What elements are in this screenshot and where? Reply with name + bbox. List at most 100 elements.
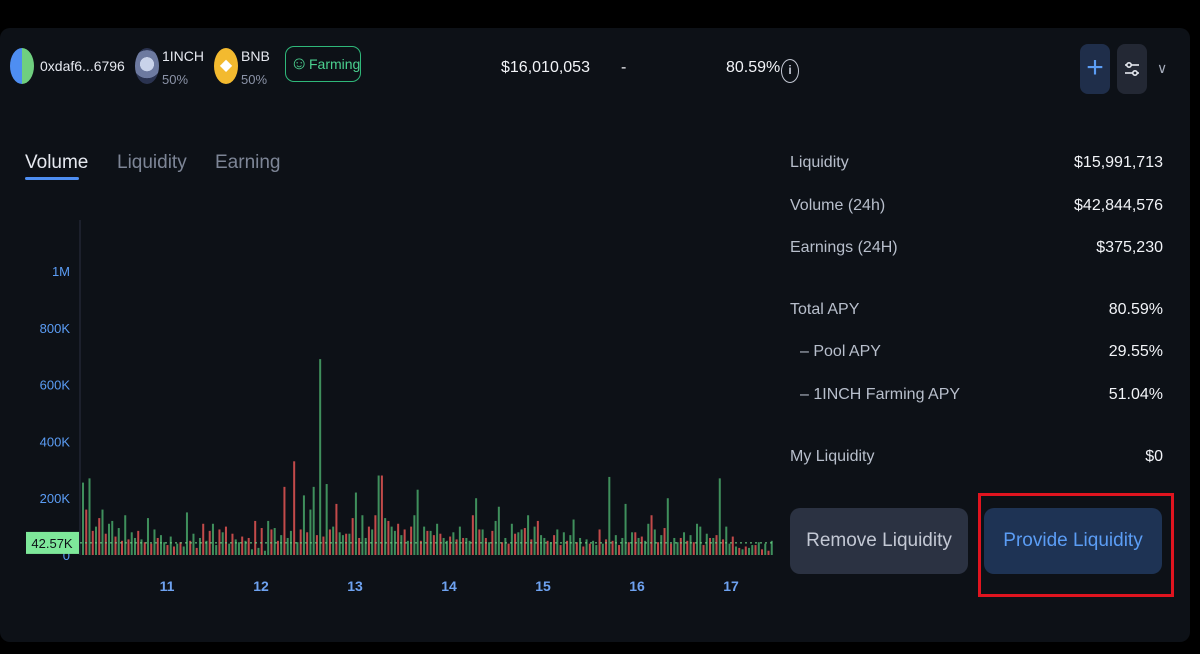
volume-bar-down[interactable]	[618, 545, 621, 555]
volume-bar-up[interactable]	[312, 486, 315, 555]
volume-bar-down[interactable]	[702, 545, 705, 555]
volume-bar-up[interactable]	[371, 529, 374, 555]
volume-bar-down[interactable]	[276, 540, 279, 555]
volume-bar-down[interactable]	[299, 529, 302, 555]
volume-bar-down[interactable]	[104, 533, 107, 555]
pool-address[interactable]: 0xdaf6...6796	[40, 58, 125, 74]
volume-bar-up[interactable]	[436, 523, 439, 555]
volume-bar-up[interactable]	[309, 509, 312, 555]
volume-bar-down[interactable]	[634, 532, 637, 555]
volume-bar-up[interactable]	[705, 533, 708, 555]
volume-bar-down[interactable]	[478, 529, 481, 555]
volume-bar-up[interactable]	[614, 535, 617, 555]
volume-bar-up[interactable]	[527, 515, 530, 555]
pool-header-row[interactable]: 0xdaf6...6796 1INCH 50% ◆ BNB 50% ☺ Farm…	[0, 28, 1190, 108]
volume-bar-down[interactable]	[322, 536, 325, 555]
volume-bar-down[interactable]	[218, 529, 221, 555]
volume-bar-up[interactable]	[296, 542, 299, 555]
volume-bar-up[interactable]	[82, 482, 85, 555]
volume-bar-down[interactable]	[293, 461, 296, 555]
volume-bar-down[interactable]	[738, 547, 741, 555]
volume-bar-down[interactable]	[224, 526, 227, 555]
volume-bar-down[interactable]	[507, 543, 510, 555]
volume-bar-up[interactable]	[572, 519, 575, 555]
volume-bar-up[interactable]	[130, 532, 133, 555]
volume-bar-up[interactable]	[390, 526, 393, 555]
volume-bar-down[interactable]	[471, 515, 474, 555]
volume-bar-down[interactable]	[640, 536, 643, 555]
volume-bar-up[interactable]	[725, 526, 728, 555]
volume-bar-up[interactable]	[257, 547, 260, 555]
volume-chart[interactable]: 0200K400K600K800K1M 11 12 13 14 15 16 17 42.57…	[0, 190, 780, 610]
volume-bar-up[interactable]	[140, 539, 143, 555]
volume-bar-down[interactable]	[345, 533, 348, 555]
volume-bar-down[interactable]	[397, 523, 400, 555]
volume-bar-up[interactable]	[494, 520, 497, 555]
volume-bar-down[interactable]	[358, 537, 361, 555]
volume-bar-up[interactable]	[211, 523, 214, 555]
volume-bar-down[interactable]	[247, 537, 250, 555]
volume-bar-up[interactable]	[533, 526, 536, 555]
volume-bar-up[interactable]	[354, 492, 357, 555]
volume-bar-up[interactable]	[348, 533, 351, 555]
volume-bar-up[interactable]	[250, 549, 253, 555]
volume-bar-up[interactable]	[124, 515, 127, 555]
volume-bar-up[interactable]	[488, 542, 491, 555]
volume-bar-up[interactable]	[341, 535, 344, 555]
volume-bar-up[interactable]	[481, 529, 484, 555]
volume-bar-up[interactable]	[400, 535, 403, 555]
volume-bar-up[interactable]	[631, 532, 634, 555]
volume-bar-down[interactable]	[260, 528, 263, 555]
volume-bar-up[interactable]	[676, 542, 679, 555]
volume-bar-up[interactable]	[689, 535, 692, 555]
volume-bar-up[interactable]	[228, 543, 231, 555]
volume-bar-up[interactable]	[666, 498, 669, 555]
volume-bar-up[interactable]	[653, 529, 656, 555]
volume-bar-up[interactable]	[452, 532, 455, 555]
volume-bar-down[interactable]	[202, 523, 205, 555]
volume-bar-down[interactable]	[172, 546, 175, 555]
volume-bar-up[interactable]	[325, 484, 328, 555]
volume-bar-up[interactable]	[319, 359, 322, 555]
volume-bar-up[interactable]	[176, 543, 179, 555]
chevron-down-icon[interactable]: ∨	[1157, 60, 1167, 77]
volume-bar-up[interactable]	[117, 528, 120, 555]
volume-bar-up[interactable]	[332, 526, 335, 555]
volume-bar-down[interactable]	[523, 528, 526, 555]
tab-volume[interactable]: Volume	[25, 152, 88, 174]
volume-bar-up[interactable]	[442, 537, 445, 555]
volume-bar-up[interactable]	[699, 526, 702, 555]
volume-bar-up[interactable]	[504, 537, 507, 555]
volume-bar-down[interactable]	[432, 535, 435, 555]
volume-bar-down[interactable]	[455, 539, 458, 555]
volume-bar-down[interactable]	[484, 537, 487, 555]
volume-bar-down[interactable]	[715, 535, 718, 555]
volume-bar-down[interactable]	[351, 518, 354, 555]
volume-bar-up[interactable]	[458, 526, 461, 555]
volume-bar-up[interactable]	[153, 529, 156, 555]
volume-bar-down[interactable]	[514, 533, 517, 555]
volume-bar-down[interactable]	[722, 539, 725, 555]
volume-bar-up[interactable]	[111, 520, 114, 555]
tab-earning[interactable]: Earning	[215, 152, 281, 174]
volume-bar-up[interactable]	[647, 523, 650, 555]
info-icon[interactable]: i	[781, 59, 799, 83]
provide-liquidity-button[interactable]: Provide Liquidity	[984, 508, 1162, 574]
volume-bar-down[interactable]	[156, 537, 159, 555]
volume-bar-up[interactable]	[234, 539, 237, 555]
volume-bar-down[interactable]	[254, 520, 257, 555]
volume-bar-up[interactable]	[764, 543, 767, 555]
volume-bar-down[interactable]	[575, 542, 578, 555]
volume-bar-up[interactable]	[621, 537, 624, 555]
volume-bar-up[interactable]	[423, 526, 426, 555]
volume-bar-up[interactable]	[520, 529, 523, 555]
volume-bar-up[interactable]	[735, 546, 738, 555]
volume-bar-up[interactable]	[585, 539, 588, 555]
volume-bar-down[interactable]	[283, 486, 286, 555]
volume-bar-down[interactable]	[588, 543, 591, 555]
volume-bar-up[interactable]	[95, 526, 98, 555]
volume-bar-down[interactable]	[127, 539, 130, 555]
volume-bar-up[interactable]	[497, 506, 500, 555]
volume-bar-up[interactable]	[413, 515, 416, 555]
volume-bar-down[interactable]	[582, 546, 585, 555]
